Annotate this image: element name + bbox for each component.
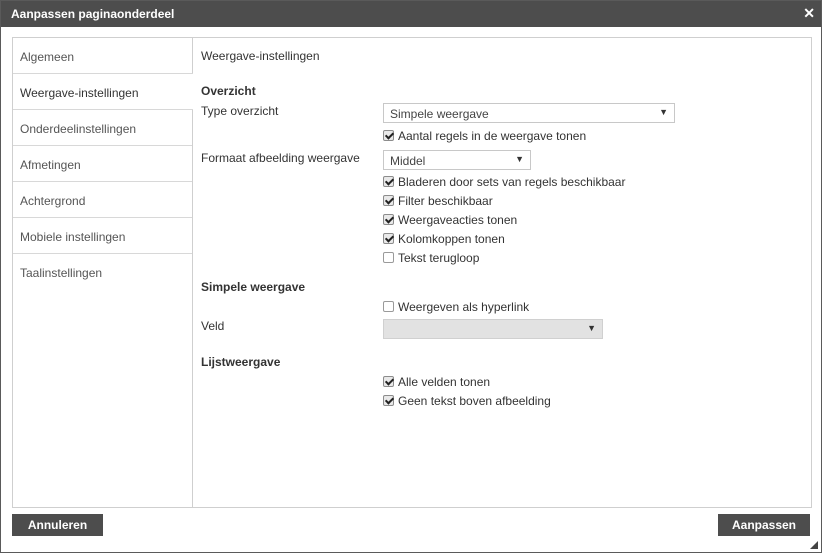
section-overzicht-title: Overzicht: [201, 84, 256, 98]
type-overzicht-label: Type overzicht: [201, 104, 279, 118]
type-overzicht-select[interactable]: Simpele weergave ▼: [383, 103, 675, 123]
sidebar-item-taalinstellingen[interactable]: Taalinstellingen: [13, 254, 192, 289]
check-icon: [383, 233, 394, 244]
sidebar-item-label: Weergave-instellingen: [20, 86, 139, 100]
chevron-down-icon: ▼: [659, 107, 668, 117]
checkbox-label: Bladeren door sets van regels beschikbaa…: [398, 175, 626, 189]
sidebar-item-label: Achtergrond: [20, 194, 86, 208]
checkbox-label: Geen tekst boven afbeelding: [398, 394, 551, 408]
type-overzicht-value: Simpele weergave: [390, 107, 489, 121]
check-icon: [383, 376, 394, 387]
sidebar-item-label: Afmetingen: [20, 158, 81, 172]
formaat-afbeelding-label: Formaat afbeelding weergave: [201, 151, 360, 165]
sidebar-item-weergave-instellingen[interactable]: Weergave-instellingen: [13, 73, 193, 110]
chevron-down-icon: ▼: [515, 154, 524, 164]
checkbox-label: Weergeven als hyperlink: [398, 300, 530, 314]
close-icon[interactable]: ✕: [803, 5, 815, 22]
resize-grip-icon[interactable]: [810, 541, 818, 549]
apply-button[interactable]: Aanpassen: [718, 514, 810, 536]
sidebar-item-label: Algemeen: [20, 50, 75, 64]
content-panel: Algemeen Weergave-instellingen Onderdeel…: [12, 37, 812, 508]
check-icon: [383, 195, 394, 206]
checkbox-label: Weergaveacties tonen: [398, 213, 518, 227]
veld-select[interactable]: ▼: [383, 319, 603, 339]
sidebar-item-label: Taalinstellingen: [20, 266, 103, 280]
dialog-title: Aanpassen paginaonderdeel: [11, 7, 175, 21]
checkbox-label: Alle velden tonen: [398, 375, 491, 389]
checkbox-box: [383, 301, 394, 312]
dialog: Aanpassen paginaonderdeel ✕ Algemeen Wee…: [0, 0, 822, 553]
sidebar-item-algemeen[interactable]: Algemeen: [13, 38, 192, 74]
formaat-afbeelding-value: Middel: [390, 154, 426, 168]
checkbox-label: Tekst terugloop: [398, 251, 480, 265]
chevron-down-icon: ▼: [587, 323, 596, 333]
section-lijst-title: Lijstweergave: [201, 355, 281, 369]
sidebar: Algemeen Weergave-instellingen Onderdeel…: [13, 38, 193, 507]
sidebar-item-label: Mobiele instellingen: [20, 230, 126, 244]
sidebar-item-afmetingen[interactable]: Afmetingen: [13, 146, 192, 182]
settings-panel: Weergave-instellingen Overzicht Type ove…: [201, 38, 801, 507]
checkbox-label: Kolomkoppen tonen: [398, 232, 505, 246]
check-icon: [383, 176, 394, 187]
veld-label: Veld: [201, 319, 225, 333]
sidebar-item-label: Onderdeelinstellingen: [20, 122, 137, 136]
sidebar-item-achtergrond[interactable]: Achtergrond: [13, 182, 192, 218]
check-icon: [383, 395, 394, 406]
panel-heading: Weergave-instellingen: [201, 49, 320, 63]
checkbox-box: [383, 252, 394, 263]
check-icon: [383, 130, 394, 141]
formaat-afbeelding-select[interactable]: Middel ▼: [383, 150, 531, 170]
title-bar: Aanpassen paginaonderdeel ✕: [1, 1, 821, 27]
checkbox-label: Filter beschikbaar: [398, 194, 493, 208]
section-simpele-title: Simpele weergave: [201, 280, 306, 294]
check-icon: [383, 214, 394, 225]
cancel-button[interactable]: Annuleren: [12, 514, 103, 536]
sidebar-item-onderdeelinstellingen[interactable]: Onderdeelinstellingen: [13, 110, 192, 146]
checkbox-label: Aantal regels in de weergave tonen: [398, 129, 587, 143]
sidebar-item-mobiele-instellingen[interactable]: Mobiele instellingen: [13, 218, 192, 254]
